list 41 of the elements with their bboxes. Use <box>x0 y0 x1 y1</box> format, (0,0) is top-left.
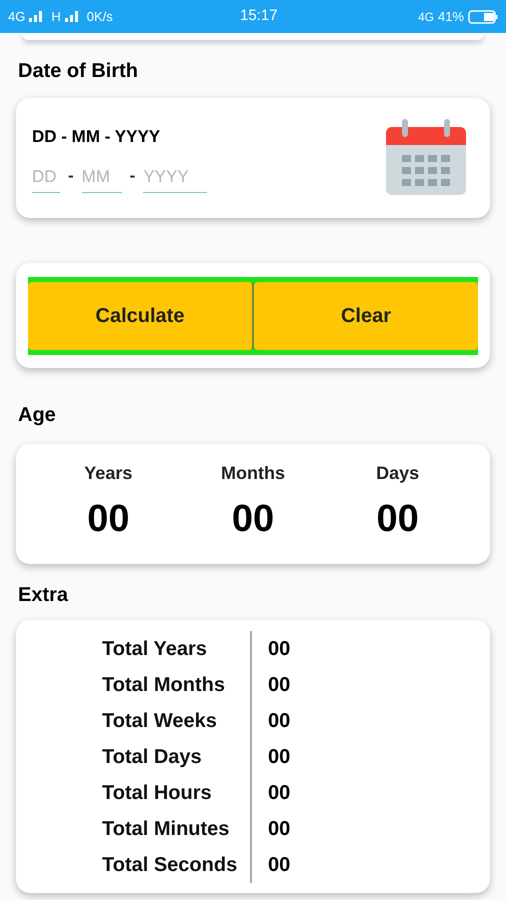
age-value: 00 <box>376 497 419 542</box>
section-title: Date of Birth <box>17 59 139 84</box>
network-label: H <box>51 8 61 26</box>
calculate-button[interactable]: Calculate <box>28 282 254 350</box>
total-label: Total Weeks <box>102 702 252 738</box>
section-title: Extra <box>17 583 70 608</box>
date-format-label: DD - MM - YYYY <box>32 126 162 148</box>
total-value: 00 <box>268 780 290 806</box>
date-input-field[interactable]: DD <box>32 164 60 192</box>
date-input-field[interactable]: YYYY <box>143 164 208 192</box>
total-value: 00 <box>268 852 290 878</box>
total-label: Total Seconds <box>102 846 252 882</box>
network-label: 4G <box>8 8 26 26</box>
separator: - <box>130 165 136 187</box>
clock: 15:17 <box>240 6 278 26</box>
speed-label: 0K/s <box>86 8 113 26</box>
signal-icon <box>29 11 44 22</box>
signal-icon <box>64 11 79 22</box>
total-label: Total Minutes <box>102 810 252 846</box>
clear-button[interactable]: Clear <box>254 282 478 350</box>
section-title: Age <box>17 403 57 428</box>
age-unit-label: Months <box>221 462 285 485</box>
battery-icon <box>468 10 498 24</box>
age-unit-label: Years <box>84 462 132 485</box>
total-value: 00 <box>268 672 290 698</box>
total-value: 00 <box>268 744 290 770</box>
total-value: 00 <box>268 708 290 734</box>
date-input-field[interactable]: MM <box>82 164 122 192</box>
age-unit-label: Days <box>376 462 420 485</box>
total-label: Total Years <box>102 630 252 666</box>
total-label: Total Months <box>102 666 252 702</box>
total-value: 00 <box>268 816 290 842</box>
total-value: 00 <box>268 636 290 662</box>
calendar-icon[interactable] <box>384 119 468 197</box>
network-label: 4G <box>418 8 434 26</box>
age-value: 00 <box>87 497 130 542</box>
total-label: Total Hours <box>102 774 252 810</box>
battery-percent: 41% <box>438 8 464 26</box>
age-value: 00 <box>232 497 274 542</box>
separator: - <box>68 165 74 187</box>
total-label: Total Days <box>102 738 252 774</box>
